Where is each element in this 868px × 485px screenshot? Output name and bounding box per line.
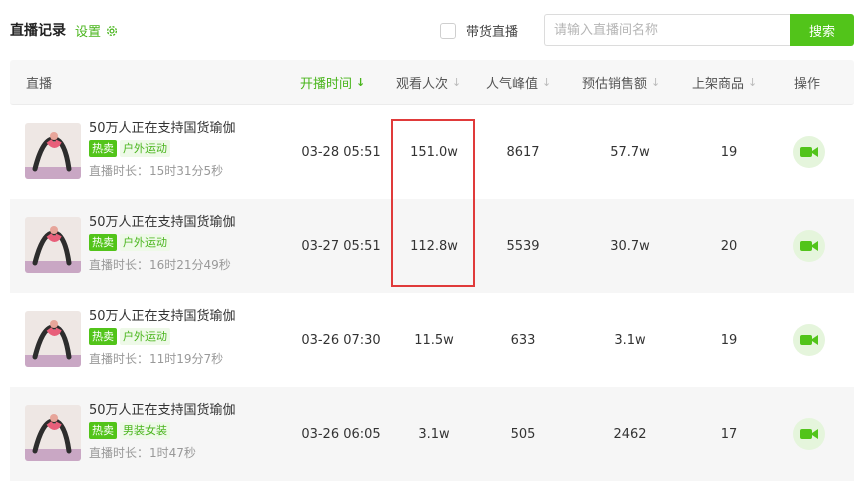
sort-arrow-icon: ↓ bbox=[356, 76, 366, 89]
live-duration: 直播时长：11时19分7秒 bbox=[89, 352, 224, 366]
live-title[interactable]: 50万人正在支持国货瑜伽 bbox=[89, 305, 236, 324]
hot-badge: 热卖 bbox=[89, 422, 117, 439]
tag-group: 热卖 户外运动 bbox=[89, 328, 170, 345]
tag-group: 热卖 男装女装 bbox=[89, 422, 170, 439]
action-cell bbox=[792, 387, 826, 481]
replay-button[interactable] bbox=[793, 230, 825, 262]
hot-badge: 热卖 bbox=[89, 234, 117, 251]
views-cell: 3.1w bbox=[418, 426, 450, 442]
col-live: 直播 bbox=[26, 60, 52, 105]
peak-cell: 633 bbox=[510, 332, 536, 348]
col-goods[interactable]: 上架商品 ↓ bbox=[692, 60, 757, 105]
col-live-label: 直播 bbox=[26, 77, 53, 92]
category-badge: 户外运动 bbox=[120, 234, 170, 251]
table-row[interactable]: 50万人正在支持国货瑜伽 热卖 户外运动 直播时长：15时31分5秒 03-28… bbox=[10, 105, 854, 199]
hot-badge: 热卖 bbox=[89, 328, 117, 345]
tag-group: 热卖 户外运动 bbox=[89, 140, 170, 157]
sort-arrow-icon: ↓ bbox=[651, 76, 661, 89]
col-est-sales[interactable]: 预估销售额 ↓ bbox=[582, 60, 660, 105]
video-camera-icon bbox=[800, 241, 818, 251]
category-badge: 户外运动 bbox=[120, 140, 170, 157]
start-time-cell: 03-27 05:51 bbox=[301, 238, 381, 254]
settings-button[interactable]: 设置 bbox=[75, 21, 119, 40]
sort-arrow-icon: ↓ bbox=[748, 76, 758, 89]
page-title: 直播记录 bbox=[10, 23, 66, 39]
start-time-cell: 03-26 07:30 bbox=[301, 332, 381, 348]
est-sales-cell: 57.7w bbox=[610, 144, 650, 160]
col-goods-label: 上架商品 bbox=[692, 77, 745, 92]
est-sales-cell: 3.1w bbox=[614, 332, 646, 348]
col-peak[interactable]: 人气峰值 ↓ bbox=[486, 60, 551, 105]
video-camera-icon bbox=[800, 335, 818, 345]
col-start-time[interactable]: 开播时间 ↓ bbox=[300, 60, 365, 105]
live-thumbnail[interactable] bbox=[25, 217, 81, 273]
live-duration: 直播时长：16时21分49秒 bbox=[89, 258, 231, 272]
table-row[interactable]: 50万人正在支持国货瑜伽 热卖 户外运动 直播时长：11时19分7秒 03-26… bbox=[10, 293, 854, 387]
goods-cell: 19 bbox=[720, 144, 738, 160]
views-cell: 112.8w bbox=[410, 238, 458, 254]
goods-cell: 20 bbox=[720, 238, 738, 254]
category-badge: 户外运动 bbox=[120, 328, 170, 345]
col-start-time-label: 开播时间 bbox=[300, 77, 353, 92]
replay-button[interactable] bbox=[793, 418, 825, 450]
search-input[interactable] bbox=[544, 14, 792, 46]
table-row[interactable]: 50万人正在支持国货瑜伽 热卖 男装女装 直播时长：1时47秒 03-26 06… bbox=[10, 387, 854, 481]
peak-cell: 505 bbox=[510, 426, 536, 442]
col-action-label: 操作 bbox=[794, 77, 821, 92]
views-cell: 11.5w bbox=[414, 332, 454, 348]
est-sales-cell: 30.7w bbox=[610, 238, 650, 254]
col-est-sales-label: 预估销售额 bbox=[582, 77, 648, 92]
table-header: 直播 开播时间 ↓ 观看人次 ↓ 人气峰值 ↓ 预估销售额 ↓ 上架商品 ↓ 操… bbox=[10, 60, 854, 105]
video-camera-icon bbox=[800, 429, 818, 439]
goods-cell: 17 bbox=[720, 426, 738, 442]
search-button[interactable]: 搜索 bbox=[790, 14, 854, 46]
start-time-cell: 03-28 05:51 bbox=[301, 144, 381, 160]
live-thumbnail[interactable] bbox=[25, 123, 81, 179]
peak-cell: 5539 bbox=[506, 238, 540, 254]
hot-badge: 热卖 bbox=[89, 140, 117, 157]
live-duration: 直播时长：15时31分5秒 bbox=[89, 164, 224, 178]
col-action: 操作 bbox=[794, 60, 820, 105]
sort-arrow-icon: ↓ bbox=[452, 76, 462, 89]
live-title[interactable]: 50万人正在支持国货瑜伽 bbox=[89, 211, 236, 230]
live-duration: 直播时长：1时47秒 bbox=[89, 446, 196, 460]
live-commerce-filter[interactable]: 带货直播 bbox=[440, 21, 518, 40]
sort-arrow-icon: ↓ bbox=[542, 76, 552, 89]
col-peak-label: 人气峰值 bbox=[486, 77, 539, 92]
action-cell bbox=[792, 293, 826, 387]
peak-cell: 8617 bbox=[506, 144, 540, 160]
replay-button[interactable] bbox=[793, 136, 825, 168]
replay-button[interactable] bbox=[793, 324, 825, 356]
top-bar: 直播记录 设置 带货直播 搜索 bbox=[0, 0, 868, 56]
start-time-cell: 03-26 06:05 bbox=[301, 426, 381, 442]
views-cell: 151.0w bbox=[410, 144, 458, 160]
est-sales-cell: 2462 bbox=[613, 426, 647, 442]
live-commerce-label: 带货直播 bbox=[466, 25, 519, 40]
table-row[interactable]: 50万人正在支持国货瑜伽 热卖 户外运动 直播时长：16时21分49秒 03-2… bbox=[10, 199, 854, 293]
goods-cell: 19 bbox=[720, 332, 738, 348]
live-title[interactable]: 50万人正在支持国货瑜伽 bbox=[89, 399, 236, 418]
action-cell bbox=[792, 105, 826, 199]
col-views-label: 观看人次 bbox=[396, 77, 449, 92]
live-commerce-checkbox[interactable] bbox=[440, 22, 456, 39]
category-badge: 男装女装 bbox=[120, 422, 170, 439]
gear-icon bbox=[106, 25, 118, 36]
action-cell bbox=[792, 199, 826, 293]
live-thumbnail[interactable] bbox=[25, 311, 81, 367]
live-records-table: 直播 开播时间 ↓ 观看人次 ↓ 人气峰值 ↓ 预估销售额 ↓ 上架商品 ↓ 操… bbox=[10, 60, 854, 481]
live-title[interactable]: 50万人正在支持国货瑜伽 bbox=[89, 117, 236, 136]
tag-group: 热卖 户外运动 bbox=[89, 234, 170, 251]
settings-label: 设置 bbox=[75, 25, 102, 40]
live-thumbnail[interactable] bbox=[25, 405, 81, 461]
col-views[interactable]: 观看人次 ↓ bbox=[396, 60, 461, 105]
video-camera-icon bbox=[800, 147, 818, 157]
